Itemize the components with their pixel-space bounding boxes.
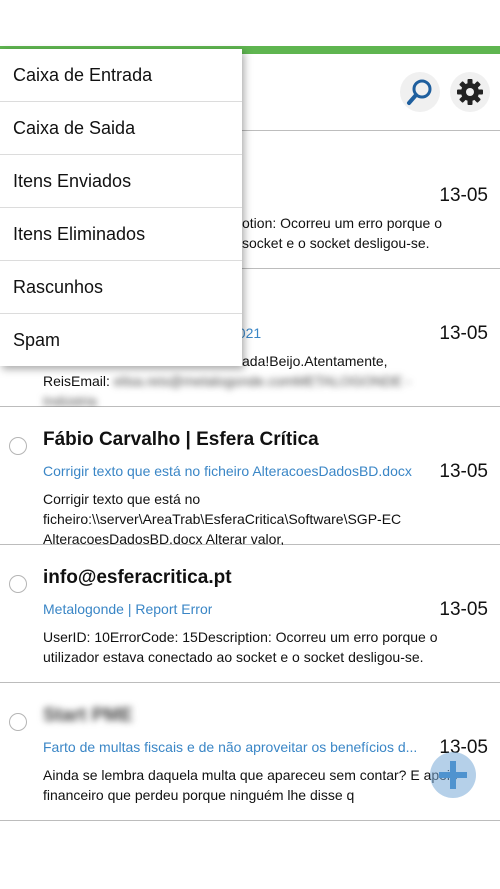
compose-button[interactable] <box>430 752 476 798</box>
preview-label: ReisEmail: <box>43 373 110 389</box>
folder-menu: Caixa de Entrada Caixa de Saida Itens En… <box>0 49 242 366</box>
menu-item-spam[interactable]: Spam <box>0 314 242 366</box>
select-radio[interactable] <box>9 437 27 455</box>
menu-item-drafts[interactable]: Rascunhos <box>0 261 242 314</box>
email-sender: Fábio Carvalho | Esfera Crítica <box>43 429 319 450</box>
preview-line: otion: Ocorreu um erro porque o <box>242 215 442 231</box>
email-date: 13-05 <box>439 461 488 482</box>
email-date: 13-05 <box>439 599 488 620</box>
email-row[interactable]: info@esferacritica.pt Metalogonde | Repo… <box>0 545 500 683</box>
select-radio[interactable] <box>9 713 27 731</box>
email-subject: Metalogonde | Report Error <box>43 601 213 617</box>
search-icon <box>407 79 432 105</box>
status-bar-area <box>0 0 500 46</box>
menu-item-sent[interactable]: Itens Enviados <box>0 155 242 208</box>
email-date: 13-05 <box>439 323 488 344</box>
plus-icon <box>439 761 467 789</box>
settings-button[interactable] <box>450 72 490 112</box>
email-preview: Corrigir texto que está no ficheiro:\\se… <box>43 491 402 547</box>
email-subject: Farto de multas fiscais e de não aprovei… <box>43 739 418 755</box>
select-radio[interactable] <box>9 575 27 593</box>
email-sender: Start PME <box>43 705 133 726</box>
email-subject: Corrigir texto que está no ficheiro Alte… <box>43 463 412 479</box>
email-date: 13-05 <box>439 185 488 206</box>
email-row[interactable]: Start PME Farto de multas fiscais e de n… <box>0 683 500 821</box>
search-button[interactable] <box>400 72 440 112</box>
email-preview: otion: Ocorreu um erro porque o socket e… <box>242 213 500 253</box>
menu-item-outbox[interactable]: Caixa de Saida <box>0 102 242 155</box>
email-sender: info@esferacritica.pt <box>43 567 232 588</box>
preview-line: socket e o socket desligou-se. <box>242 235 430 251</box>
menu-item-deleted[interactable]: Itens Eliminados <box>0 208 242 261</box>
email-preview: Ainda se lembra daquela multa que aparec… <box>43 767 458 803</box>
gear-icon <box>457 79 483 105</box>
menu-item-inbox[interactable]: Caixa de Entrada <box>0 49 242 102</box>
preview-line: ReisEmail: elisa.reis@metalogonde.comMET… <box>43 371 463 411</box>
email-row[interactable]: Fábio Carvalho | Esfera Crítica Corrigir… <box>0 407 500 547</box>
email-preview: UserID: 10ErrorCode: 15Description: Ocor… <box>43 629 438 665</box>
